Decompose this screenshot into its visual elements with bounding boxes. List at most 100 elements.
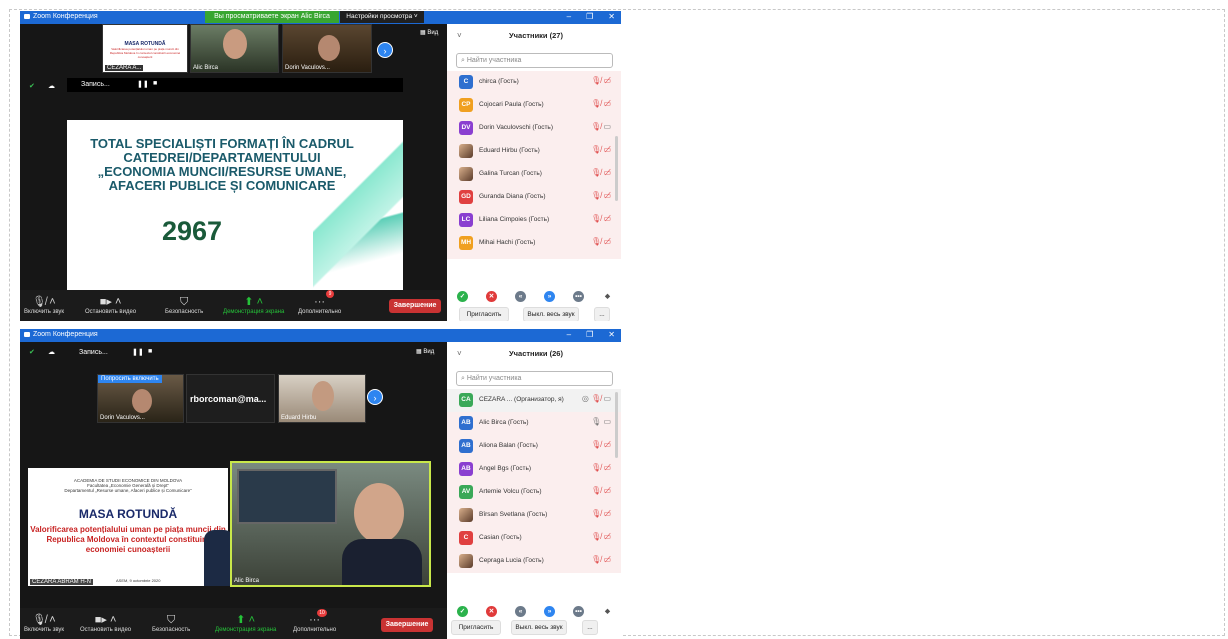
restore-icon[interactable]: ❐ xyxy=(586,12,593,21)
slide-heading: TOTAL SPECIALIȘTI FORMAȚI ÎN CADRUL CATE… xyxy=(90,136,354,193)
close-icon[interactable]: ✕ xyxy=(608,12,615,21)
slide-title: MASA ROTUNDĂ xyxy=(78,507,178,521)
no-icon[interactable]: ✕ xyxy=(486,606,497,617)
share-screen-button[interactable]: ⬆ ˄ Демонстрация экрана xyxy=(223,295,284,315)
pause-icon[interactable]: ❚❚ xyxy=(132,348,144,356)
list-item[interactable]: GD Guranda Diana (Гость) 🎙︎̸ ▭̸ xyxy=(447,186,621,209)
pause-icon[interactable]: ❚❚ xyxy=(137,80,149,88)
stop-video-button[interactable]: ■▸ ˄ Остановить видео xyxy=(80,613,131,633)
list-item[interactable]: DV Dorin Vaculovschi (Гость) 🎙︎̸ ▭ xyxy=(447,117,621,140)
avatar: CP xyxy=(459,98,473,112)
stop-icon[interactable]: ■ xyxy=(153,80,157,87)
participants-title: Участники (27) xyxy=(509,31,563,40)
speed-up-icon[interactable]: » xyxy=(544,606,555,617)
slow-down-icon[interactable]: « xyxy=(515,606,526,617)
video-tile[interactable]: rborcoman@ma... xyxy=(186,374,275,423)
video-tile[interactable]: MASA ROTUNDĂ Valorificarea potențialului… xyxy=(102,24,188,73)
share-screen-icon: ⬆ ˄ xyxy=(244,296,263,308)
security-button[interactable]: ⛉ Безопасность xyxy=(152,613,190,633)
yes-icon[interactable]: ✓ xyxy=(457,606,468,617)
chevron-down-icon[interactable]: ˅ xyxy=(457,349,462,358)
unmute-button[interactable]: 🎙︎̸ ˄ Включить звук xyxy=(24,295,64,315)
view-label: Вид xyxy=(427,30,439,36)
list-item[interactable]: C Casian (Гость) 🎙︎̸ ▭̸ xyxy=(447,527,621,550)
video-tile[interactable]: Alic Birca xyxy=(190,24,279,73)
list-item[interactable]: Bîrsan Svetlana (Гость) 🎙︎̸ ▭̸ xyxy=(447,504,621,527)
shield-icon[interactable]: ✔ xyxy=(29,82,35,90)
more-icon: ··· xyxy=(309,614,321,626)
more-icon: ··· xyxy=(314,296,326,308)
end-meeting-button[interactable]: Завершение xyxy=(381,618,433,632)
list-item[interactable]: Eduard Hirbu (Гость) 🎙︎̸ ▭̸ xyxy=(447,140,621,163)
next-page-button[interactable]: › xyxy=(377,42,393,58)
mic-muted-icon: 🎙︎̸ ˄ xyxy=(32,614,56,626)
no-icon[interactable]: ✕ xyxy=(486,291,497,302)
end-meeting-button[interactable]: Завершение xyxy=(389,299,441,313)
security-button[interactable]: ⛉ Безопасность xyxy=(165,295,203,315)
yes-icon[interactable]: ✓ xyxy=(457,291,468,302)
mini-slide-subtitle: Valorificarea potențialului uman pe piaț… xyxy=(109,47,181,59)
list-item[interactable]: AB Angel Bgs (Гость) 🎙︎̸ ▭̸ xyxy=(447,458,621,481)
shield-icon[interactable]: ✔ xyxy=(29,348,35,356)
more-options-button[interactable]: ... xyxy=(594,307,610,321)
zoom-window-top: Zoom Конференция Вы просматриваете экран… xyxy=(20,11,621,321)
participant-name: Artemie Volcu (Гость) xyxy=(479,488,542,495)
search-input[interactable]: ⌕ Найти участника xyxy=(456,53,613,68)
close-icon[interactable]: ✕ xyxy=(608,330,615,339)
scrollbar[interactable] xyxy=(615,392,618,458)
next-page-button[interactable]: › xyxy=(367,389,383,405)
muted-icon: 🎙︎̸ ▭̸ xyxy=(591,509,611,518)
list-item[interactable]: LC Liliana Cimpoies (Гость) 🎙︎̸ ▭̸ xyxy=(447,209,621,232)
avatar: AV xyxy=(459,485,473,499)
list-item[interactable]: Galina Turcan (Гость) 🎙︎̸ ▭̸ xyxy=(447,163,621,186)
more-button[interactable]: ··· Дополнительно xyxy=(293,613,336,633)
search-placeholder: Найти участника xyxy=(466,57,522,64)
stop-video-button[interactable]: ■▸ ˄ Остановить видео xyxy=(85,295,136,315)
scrollbar[interactable] xyxy=(615,136,618,201)
share-screen-button[interactable]: ⬆ ˄ Демонстрация экрана xyxy=(215,613,276,633)
slide-department: Departamentul „Resurse umane, Afaceri pu… xyxy=(64,488,192,493)
view-button[interactable]: ▦ Вид xyxy=(416,348,434,355)
video-tile[interactable]: Eduard Hirbu xyxy=(278,374,366,423)
more-reactions-icon[interactable]: ••• xyxy=(573,291,584,302)
clear-icon[interactable]: ◆ xyxy=(602,606,613,617)
list-item[interactable]: Cepraga Lucia (Гость) 🎙︎̸ ▭̸ xyxy=(447,550,621,573)
minimize-icon[interactable]: – xyxy=(567,330,571,339)
video-tile[interactable]: Dorin Vaculovs... xyxy=(282,24,372,73)
search-input[interactable]: ⌕ Найти участника xyxy=(456,371,613,386)
list-item[interactable]: AB Aliona Balan (Гость) 🎙︎̸ ▭̸ xyxy=(447,435,621,458)
mute-all-button[interactable]: Выкл. весь звук xyxy=(523,307,579,321)
video-tile[interactable]: Попросить включить Dorin Vaculovs... xyxy=(97,374,184,423)
list-item[interactable]: MH Mihai Hachi (Гость) 🎙︎̸ ▭̸ xyxy=(447,232,621,255)
invite-button[interactable]: Пригласить xyxy=(451,620,501,635)
share-screen-label: Демонстрация экрана xyxy=(223,309,285,315)
more-button[interactable]: ··· Дополнительно xyxy=(298,295,341,315)
view-button[interactable]: ▦ Вид xyxy=(420,29,438,36)
more-reactions-icon[interactable]: ••• xyxy=(573,606,584,617)
muted-icon: 🎙︎̸ ▭̸ xyxy=(591,99,611,108)
list-item[interactable]: AV Artemie Volcu (Гость) 🎙︎̸ ▭̸ xyxy=(447,481,621,504)
avatar: CA xyxy=(459,393,473,407)
security-label: Безопасность xyxy=(165,309,204,315)
mute-all-button[interactable]: Выкл. весь звук xyxy=(511,620,567,635)
minimize-icon[interactable]: – xyxy=(567,12,571,21)
slow-down-icon[interactable]: « xyxy=(515,291,526,302)
ask-unmute-button[interactable]: Попросить включить xyxy=(98,375,162,383)
restore-icon[interactable]: ❐ xyxy=(586,330,593,339)
clear-icon[interactable]: ◆ xyxy=(602,291,613,302)
list-item[interactable]: CA CEZARA ... (Организатор, я) ◎ 🎙︎̸ ▭ xyxy=(447,389,621,412)
unmute-button[interactable]: 🎙︎̸ ˄ Включить звук xyxy=(24,613,64,633)
list-item[interactable]: CP Cojocari Paula (Гость) 🎙︎̸ ▭̸ xyxy=(447,94,621,117)
stop-icon[interactable]: ■ xyxy=(148,348,152,355)
list-item[interactable]: Cchirca (Гость) 🎙︎̸ ▭̸ xyxy=(447,71,621,94)
list-item[interactable]: AB Alic Birca (Гость) 🎙︎ ▭ xyxy=(447,412,621,435)
speed-up-icon[interactable]: » xyxy=(544,291,555,302)
active-speaker-tile[interactable]: Alic Birca xyxy=(230,461,431,587)
video-camera-icon: ■▸ ˄ xyxy=(99,296,122,308)
view-options-button[interactable]: Настройки просмотра ˅ xyxy=(340,11,424,23)
chevron-down-icon[interactable]: ˅ xyxy=(457,31,462,40)
participant-name: Guranda Diana (Гость) xyxy=(479,193,546,200)
invite-button[interactable]: Пригласить xyxy=(459,307,509,321)
participant-face xyxy=(223,29,247,59)
more-options-button[interactable]: ... xyxy=(582,620,598,635)
